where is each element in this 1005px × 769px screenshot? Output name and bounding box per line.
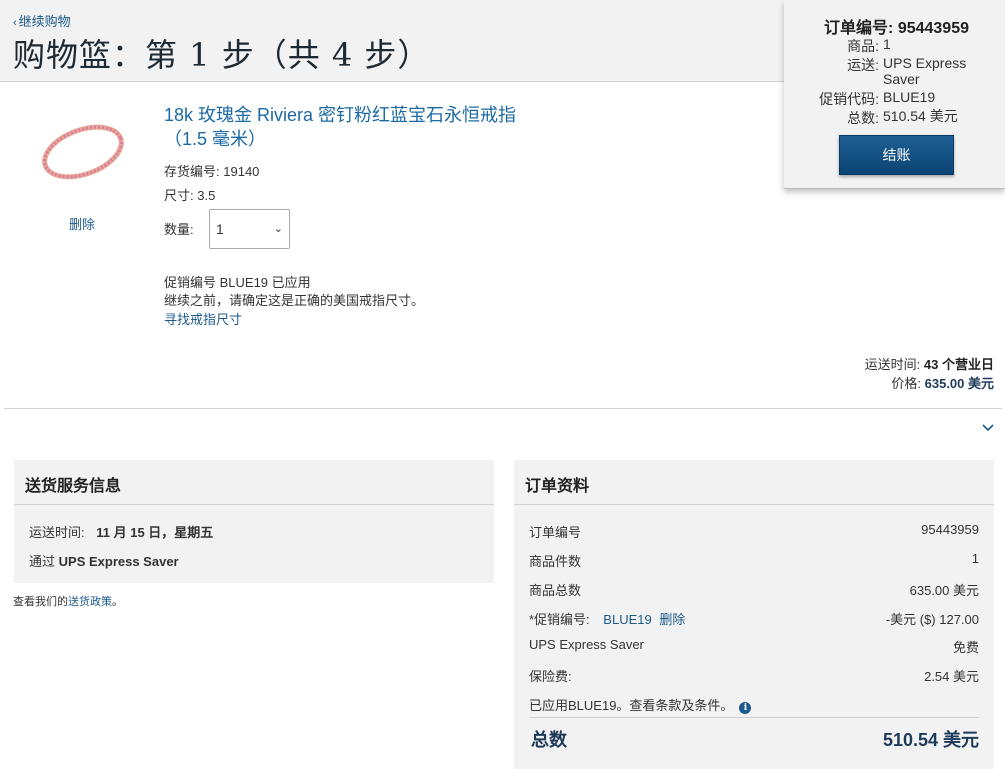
policy-prefix: 查看我们的 bbox=[13, 596, 68, 608]
order-details-heading: 订单资料 bbox=[514, 460, 994, 505]
delivery-info-panel: 送货服务信息 运送时间: 11 月 15 日，星期五 通过 UPS Expres… bbox=[14, 460, 494, 583]
product-image-ring[interactable] bbox=[38, 116, 128, 186]
product-title-link[interactable]: 18k 玫瑰金 Riviera 密钉粉红蓝宝石永恒戒指（1.5 毫米） bbox=[164, 103, 544, 151]
order-details-panel: 订单资料 订单编号 95443959 商品件数 1 商品总数 635.00 美元… bbox=[514, 460, 994, 769]
od-terms-note: 已应用BLUE19。查看条款及条件。 bbox=[529, 698, 734, 713]
item-price: 价格: 635.00 美元 bbox=[891, 373, 994, 392]
delete-item-link[interactable]: 删除 bbox=[69, 214, 95, 233]
quantity-select[interactable]: 1 ⌄ bbox=[209, 209, 290, 249]
delivery-date-value: 11 月 15 日，星期五 bbox=[96, 525, 214, 540]
continue-shopping-label: 继续购物 bbox=[18, 14, 71, 29]
od-order-number-label: 订单编号 bbox=[529, 525, 582, 540]
sku-label: 存货编号: bbox=[164, 164, 220, 179]
summary-order-value: 95443959 bbox=[897, 20, 969, 37]
chevron-down-icon: ⌄ bbox=[273, 223, 283, 235]
size-label: 尺寸: bbox=[164, 188, 194, 203]
delivery-info-heading: 送货服务信息 bbox=[14, 460, 494, 505]
od-shipping-value: 免费 bbox=[952, 640, 979, 655]
od-item-count-value: 1 bbox=[971, 551, 979, 566]
od-subtotal-value: 635.00 美元 bbox=[909, 583, 979, 598]
quantity-value: 1 bbox=[216, 221, 224, 237]
od-insurance-value: 2.54 美元 bbox=[924, 669, 979, 684]
policy-suffix: 。 bbox=[112, 596, 123, 608]
order-summary-box: 订单编号: 95443959 商品: 1 运送: UPS Express Sav… bbox=[784, 0, 1005, 189]
item-ship-time: 运送时间: 43 个营业日 bbox=[865, 354, 994, 373]
order-total-value: 510.54 美元 bbox=[882, 730, 979, 750]
summary-items-label: 商品: bbox=[847, 38, 879, 54]
od-insurance-label: 保险费: bbox=[529, 669, 572, 684]
summary-total-value: 510.54 美元 bbox=[883, 108, 958, 124]
find-ring-size-link[interactable]: 寻找戒指尺寸 bbox=[164, 309, 242, 328]
od-promo-remove-link[interactable]: 删除 bbox=[659, 612, 685, 627]
size-value: 3.5 bbox=[197, 188, 216, 203]
od-terms-cell: 已应用BLUE19。查看条款及条件。 i bbox=[529, 695, 752, 714]
od-subtotal-label: 商品总数 bbox=[529, 583, 582, 598]
item-ship-time-value: 43 个营业日 bbox=[923, 357, 994, 372]
od-promo-code: BLUE19 bbox=[603, 612, 652, 627]
summary-order-label: 订单编号: bbox=[824, 20, 894, 37]
summary-total-label: 总数: bbox=[847, 110, 879, 126]
summary-shipping-value: UPS Express Saver bbox=[883, 55, 967, 87]
item-ship-time-label: 运送时间: bbox=[864, 357, 921, 372]
size-line: 尺寸: 3.5 bbox=[164, 185, 215, 204]
od-item-count-label: 商品件数 bbox=[529, 554, 582, 569]
sku-line: 存货编号: 19140 bbox=[164, 161, 259, 180]
delivery-carrier-row: 通过 UPS Express Saver bbox=[29, 551, 179, 570]
chevron-left-icon: ‹ bbox=[13, 17, 17, 29]
item-divider bbox=[4, 408, 1002, 409]
od-shipping-label: UPS Express Saver bbox=[529, 637, 644, 652]
total-divider bbox=[529, 717, 979, 718]
od-promo-label: *促销编号: bbox=[529, 612, 590, 627]
shipping-policy-link[interactable]: 送货政策 bbox=[68, 596, 112, 608]
page-title: 购物篮：第 1 步（共 4 步） bbox=[13, 36, 431, 74]
info-icon[interactable]: i bbox=[739, 702, 752, 714]
od-promo-value: -美元 ($) 127.00 bbox=[885, 612, 979, 627]
summary-items-value: 1 bbox=[883, 36, 891, 52]
delivery-via-label: 通过 bbox=[29, 554, 56, 569]
delivery-date-row: 运送时间: 11 月 15 日，星期五 bbox=[29, 522, 213, 541]
promo-applied-text: 促销编号 BLUE19 已应用 bbox=[164, 275, 311, 290]
continue-shopping-link[interactable]: ‹ 继续购物 bbox=[13, 11, 71, 30]
shipping-policy-note: 查看我们的送货政策。 bbox=[13, 593, 123, 609]
delivery-date-label: 运送时间: bbox=[29, 525, 85, 540]
order-total-label: 总数 bbox=[531, 730, 567, 750]
summary-shipping-label: 运送: bbox=[847, 57, 879, 73]
summary-promo-value: BLUE19 bbox=[883, 89, 936, 105]
summary-order-number: 订单编号: 95443959 bbox=[824, 14, 969, 38]
od-order-number-value: 95443959 bbox=[921, 522, 979, 537]
item-price-value: 635.00 美元 bbox=[924, 376, 994, 391]
size-confirm-note: 继续之前，请确定这是正确的美国戒指尺寸。 bbox=[164, 293, 425, 308]
summary-promo-label: 促销代码: bbox=[819, 91, 879, 107]
quantity-label: 数量: bbox=[164, 222, 194, 237]
delivery-carrier-value: UPS Express Saver bbox=[58, 554, 179, 569]
checkout-button[interactable]: 结账 bbox=[839, 135, 954, 175]
chevron-down-icon[interactable] bbox=[981, 421, 995, 435]
item-price-label: 价格: bbox=[891, 376, 921, 391]
od-promo-cell: *促销编号: BLUE19 删除 bbox=[529, 609, 685, 628]
sku-value: 19140 bbox=[223, 164, 260, 179]
